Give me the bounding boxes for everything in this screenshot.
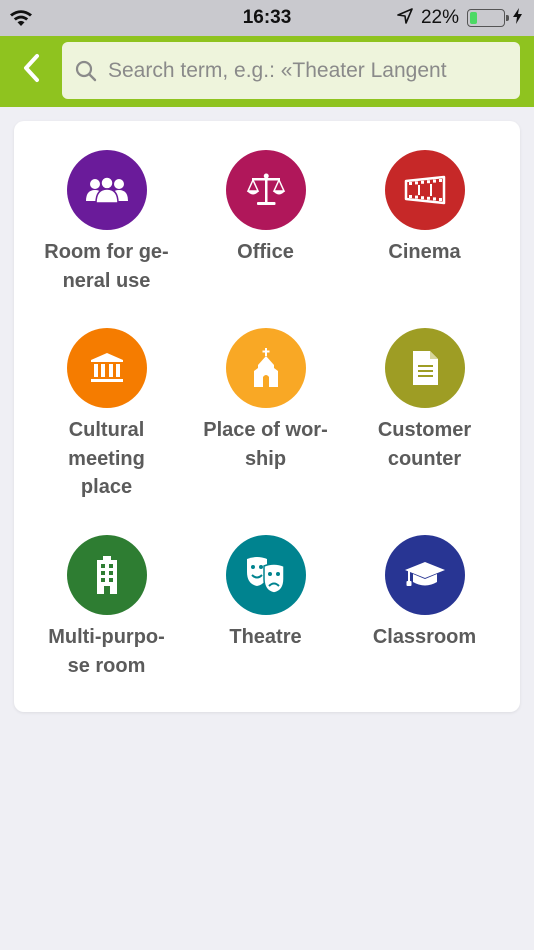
status-bar: 16:33 22% bbox=[0, 0, 534, 36]
museum-building-icon bbox=[66, 328, 147, 408]
battery-level bbox=[470, 12, 478, 24]
category-label: Customer counter bbox=[377, 419, 472, 470]
battery-percent: 22% bbox=[420, 7, 459, 28]
graduation-cap-icon bbox=[384, 535, 465, 615]
search-input[interactable] bbox=[108, 58, 508, 83]
category-room-general-use[interactable]: Room for ge- neral use bbox=[27, 150, 186, 328]
chevron-left-icon bbox=[22, 53, 42, 88]
category-label: Office bbox=[237, 241, 294, 263]
back-button[interactable] bbox=[12, 50, 52, 90]
category-label: Theatre bbox=[229, 626, 302, 648]
category-cultural-meeting-place[interactable]: Cultural meeting place bbox=[27, 328, 186, 535]
category-card: Room for ge- neral use Office Cinema Cul… bbox=[14, 121, 520, 712]
header-bar bbox=[0, 36, 534, 107]
category-label: Cultural meeting place bbox=[68, 419, 145, 498]
category-label: Classroom bbox=[372, 626, 477, 648]
search-box[interactable] bbox=[62, 42, 520, 99]
category-label: Room for ge- neral use bbox=[44, 241, 169, 292]
people-group-icon bbox=[66, 150, 147, 230]
category-grid: Room for ge- neral use Office Cinema Cul… bbox=[27, 150, 504, 695]
scales-icon bbox=[225, 150, 306, 230]
film-reel-icon bbox=[384, 150, 465, 230]
category-place-of-worship[interactable]: Place of wor- ship bbox=[186, 328, 345, 535]
category-theatre[interactable]: Theatre bbox=[186, 535, 345, 695]
document-icon bbox=[384, 328, 465, 408]
charging-bolt-icon bbox=[513, 7, 522, 29]
category-multi-purpose-room[interactable]: Multi-purpo- se room bbox=[27, 535, 186, 695]
category-customer-counter[interactable]: Customer counter bbox=[345, 328, 504, 535]
category-label: Place of wor- ship bbox=[203, 419, 328, 470]
theatre-masks-icon bbox=[225, 535, 306, 615]
category-cinema[interactable]: Cinema bbox=[345, 150, 504, 328]
chapel-icon bbox=[225, 328, 306, 408]
battery-icon bbox=[467, 9, 509, 27]
category-office[interactable]: Office bbox=[186, 150, 345, 328]
category-classroom[interactable]: Classroom bbox=[345, 535, 504, 695]
office-building-icon bbox=[66, 535, 147, 615]
category-label: Multi-purpo- se room bbox=[48, 626, 165, 677]
category-label: Cinema bbox=[388, 241, 461, 263]
search-icon bbox=[74, 59, 98, 83]
location-arrow-icon bbox=[397, 7, 413, 29]
